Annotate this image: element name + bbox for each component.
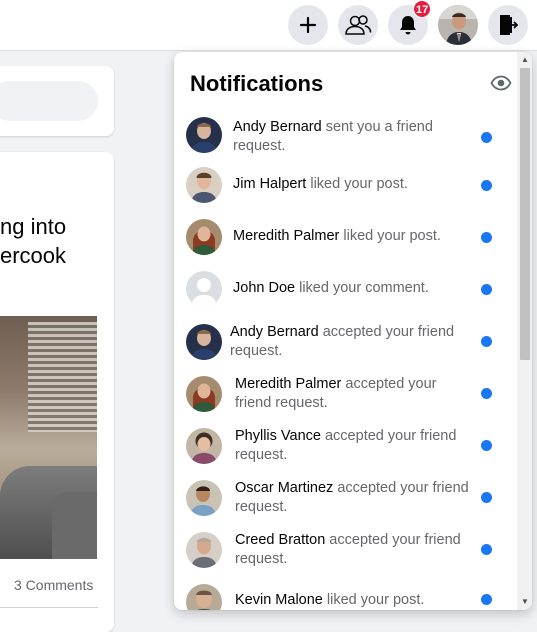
- search-card: [0, 66, 114, 136]
- notification-text: Kevin Malone liked your post.: [235, 591, 483, 610]
- create-button[interactable]: [288, 5, 328, 45]
- scrollbar-thumb[interactable]: [520, 68, 530, 360]
- profile-avatar[interactable]: [438, 5, 478, 45]
- notification-text: John Doe liked your comment.: [233, 279, 481, 298]
- logout-icon: [500, 15, 518, 35]
- profile-photo: [438, 5, 478, 45]
- notification-item[interactable]: Meredith Palmer accepted your friend req…: [174, 374, 514, 426]
- notification-text: Jim Halpert liked your post.: [233, 175, 481, 194]
- notification-name: Oscar Martinez: [235, 480, 334, 496]
- unread-dot: [481, 594, 492, 605]
- notification-name: Kevin Malone: [235, 592, 323, 608]
- notification-action: liked your comment.: [295, 280, 429, 296]
- eye-icon[interactable]: [490, 72, 512, 94]
- notification-text: Oscar Martinez accepted your friend requ…: [235, 479, 490, 517]
- unread-dot: [481, 284, 492, 295]
- notification-text: Andy Bernard accepted your friend reques…: [230, 323, 478, 361]
- unread-dot: [481, 440, 492, 451]
- notification-item[interactable]: Meredith Palmer liked your post.: [174, 218, 514, 270]
- logout-button[interactable]: [488, 5, 528, 45]
- notification-action: liked your post.: [322, 592, 425, 608]
- default-avatar-icon: [186, 271, 222, 307]
- avatar: [186, 167, 222, 203]
- notification-text: Andy Bernard sent you a friend request.: [233, 118, 481, 156]
- post-text-line: ercook: [0, 243, 67, 268]
- avatar: [186, 584, 222, 610]
- avatar: [186, 480, 222, 516]
- unread-dot: [481, 388, 492, 399]
- unread-dot: [481, 492, 492, 503]
- notification-action: liked your post.: [306, 176, 408, 192]
- post-card: ng into ercook 3 Comments: [0, 152, 114, 632]
- avatar: [186, 324, 222, 360]
- notification-text: Creed Bratton accepted your friend reque…: [235, 531, 483, 569]
- friends-button[interactable]: [338, 5, 378, 45]
- notification-name: John Doe: [233, 280, 296, 296]
- comments-link[interactable]: 3 Comments: [14, 577, 93, 593]
- unread-dot: [481, 132, 492, 143]
- notification-name: Meredith Palmer: [235, 376, 342, 392]
- avatar: [186, 117, 222, 153]
- notification-name: Meredith Palmer: [233, 228, 340, 244]
- window-blinds: [28, 322, 97, 432]
- post-text: ng into ercook: [0, 212, 114, 270]
- bell-icon: [400, 16, 416, 35]
- notification-name: Phyllis Vance: [235, 428, 321, 444]
- notification-item[interactable]: John Doe liked your comment.: [174, 270, 514, 322]
- notification-text: Phyllis Vance accepted your friend reque…: [235, 427, 483, 465]
- search-input[interactable]: [0, 81, 98, 121]
- notification-item[interactable]: Andy Bernard accepted your friend reques…: [174, 322, 514, 374]
- post-image[interactable]: [0, 316, 97, 559]
- notification-text: Meredith Palmer liked your post.: [233, 227, 481, 246]
- notification-count-badge: 17: [413, 0, 432, 18]
- scroll-up-arrow-icon[interactable]: ▲: [520, 55, 530, 65]
- notification-action: liked your post.: [339, 228, 441, 244]
- friends-icon: [345, 15, 372, 35]
- notification-item[interactable]: Andy Bernard sent you a friend request.: [174, 112, 514, 164]
- unread-dot: [481, 232, 492, 243]
- notification-item[interactable]: Jim Halpert liked your post.: [174, 166, 514, 218]
- plus-icon: [299, 16, 317, 34]
- unread-dot: [481, 544, 492, 555]
- avatar: [186, 428, 222, 464]
- notification-name: Andy Bernard: [230, 324, 319, 340]
- notification-name: Creed Bratton: [235, 532, 326, 548]
- avatar: [186, 532, 222, 568]
- couch-arm: [52, 492, 97, 559]
- divider: [0, 607, 98, 608]
- avatar: [186, 376, 222, 412]
- notifications-dropdown: Notifications Andy Bernard sent you a fr…: [174, 52, 532, 610]
- notification-item[interactable]: Kevin Malone liked your post.: [174, 582, 514, 610]
- notification-item[interactable]: Creed Bratton accepted your friend reque…: [174, 530, 514, 582]
- notification-item[interactable]: Phyllis Vance accepted your friend reque…: [174, 426, 514, 478]
- unread-dot: [481, 180, 492, 191]
- post-text-line: ng into: [0, 214, 67, 239]
- unread-dot: [481, 336, 492, 347]
- avatar: [186, 219, 222, 255]
- top-navigation-bar: 17: [0, 0, 537, 51]
- scroll-down-arrow-icon[interactable]: ▼: [520, 597, 530, 607]
- notification-text: Meredith Palmer accepted your friend req…: [235, 375, 465, 413]
- notification-name: Jim Halpert: [233, 176, 307, 192]
- panel-title: Notifications: [190, 71, 324, 96]
- notification-item[interactable]: Oscar Martinez accepted your friend requ…: [174, 478, 514, 530]
- notification-name: Andy Bernard: [233, 119, 322, 135]
